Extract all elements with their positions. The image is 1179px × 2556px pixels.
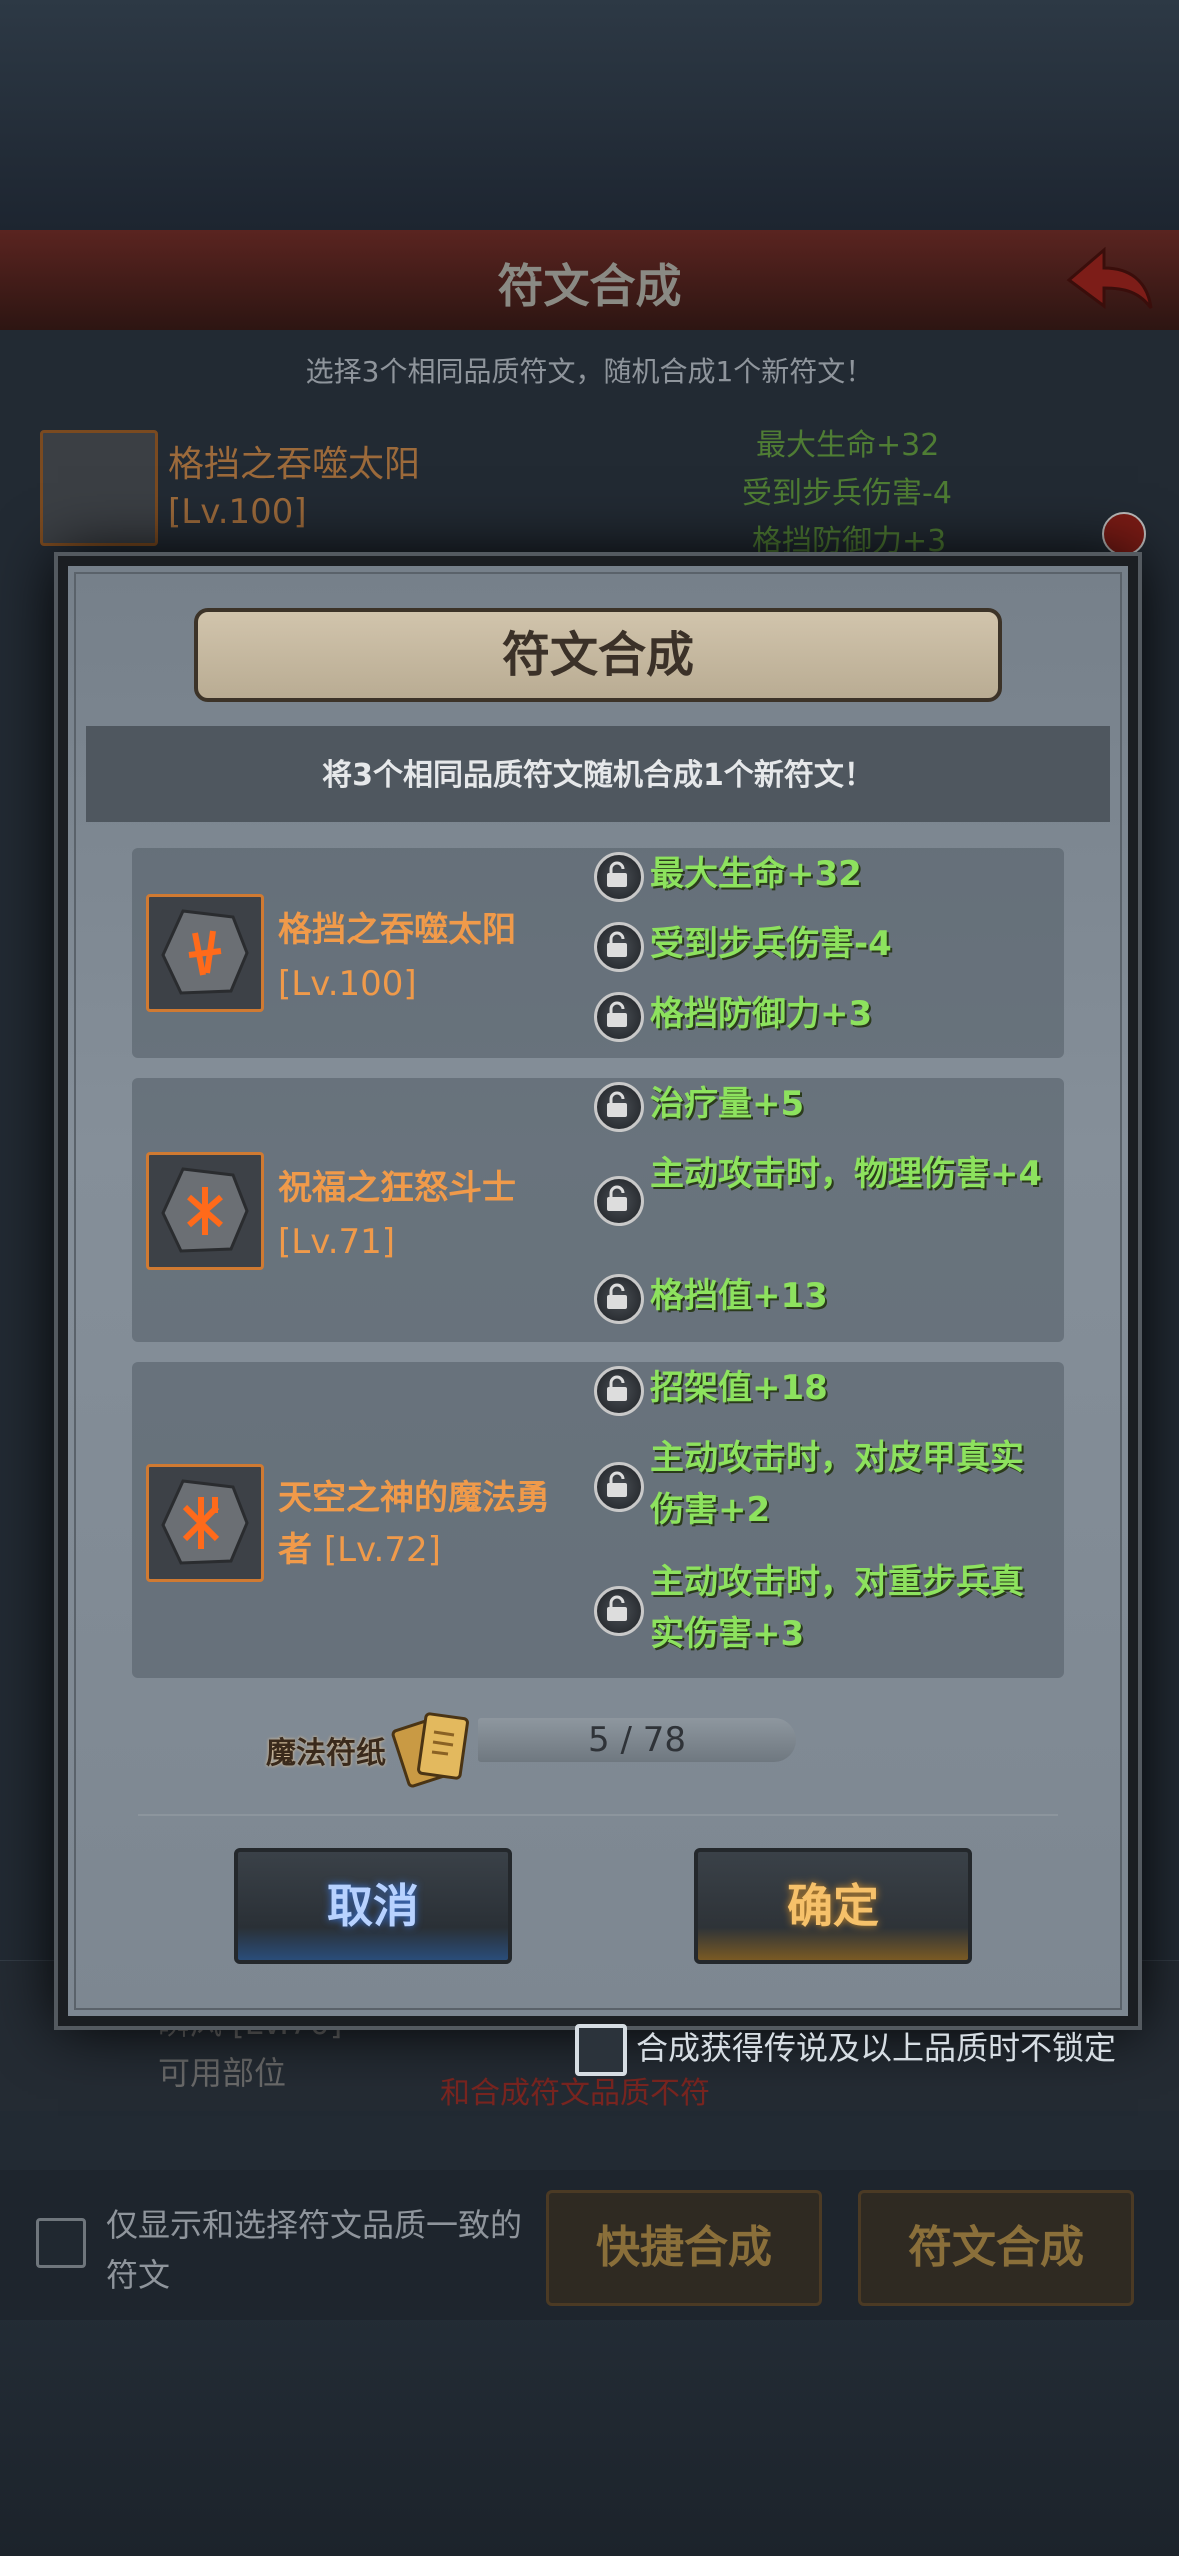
rune-stat: 最大生命+32 — [650, 854, 862, 894]
rune-stat: 主动攻击时，对重步兵真实伤害+3 — [650, 1562, 1024, 1654]
rune-stone-icon — [161, 1479, 249, 1565]
rune-level: [Lv.72] — [323, 1530, 441, 1570]
lock-icon[interactable] — [594, 1176, 644, 1226]
same-quality-checkbox[interactable] — [36, 2218, 86, 2268]
bg-page-title: 符文合成 — [497, 259, 682, 313]
rune-name: 格挡之吞噬太阳 — [278, 910, 516, 950]
rune-slot[interactable] — [146, 1152, 264, 1270]
lock-icon[interactable] — [594, 852, 644, 902]
bg-rune-level: [Lv.100] — [168, 492, 307, 532]
rune-slot[interactable] — [146, 894, 264, 1012]
rune-synth-button[interactable]: 符文合成 — [858, 2190, 1134, 2306]
magic-paper-icon — [391, 1712, 469, 1788]
bg-stat: 最大生命+32 — [756, 428, 940, 463]
rune-name: 祝福之狂怒斗士 — [278, 1168, 516, 1208]
lock-icon[interactable] — [594, 1274, 644, 1324]
rune-name-line2: 者 [Lv.72] — [278, 1530, 441, 1570]
confirm-button[interactable]: 确定 — [694, 1848, 972, 1964]
magic-paper-label: 魔法符纸 — [266, 1736, 386, 1771]
rune-stone-icon — [161, 909, 249, 995]
lock-icon[interactable] — [594, 922, 644, 972]
rune-name: 天空之神的魔法勇 — [278, 1478, 550, 1518]
lock-icon[interactable] — [594, 992, 644, 1042]
lock-icon[interactable] — [594, 1082, 644, 1132]
lock-icon[interactable] — [594, 1462, 644, 1512]
rune-level: [Lv.100] — [278, 964, 417, 1004]
bg-rune-slot[interactable] — [40, 430, 158, 546]
cancel-button[interactable]: 取消 — [234, 1848, 512, 1964]
bg-subtitle: 选择3个相同品质符文，随机合成1个新符文！ — [305, 355, 874, 388]
no-lock-legendary-label: 合成获得传说及以上品质时不锁定 — [636, 2029, 1117, 2067]
rune-stat: 主动攻击时，物理伤害+4 — [650, 1154, 1043, 1194]
dialog-divider — [138, 1814, 1058, 1816]
rune-stone-icon — [161, 1167, 249, 1253]
same-quality-label: 仅显示和选择符文品质一致的符文 — [106, 2206, 523, 2294]
no-lock-legendary-checkbox[interactable] — [575, 2024, 627, 2076]
bg-stat: 受到步兵伤害-4 — [742, 476, 952, 511]
magic-paper-count: 5 / 78 — [588, 1720, 686, 1760]
rune-slot[interactable] — [146, 1464, 264, 1582]
lock-icon[interactable] — [594, 1586, 644, 1636]
rune-stat: 主动攻击时，对皮甲真实伤害+2 — [650, 1438, 1024, 1530]
dialog-title: 符文合成 — [194, 608, 1002, 702]
rune-stat: 格挡值+13 — [650, 1276, 828, 1316]
quick-synth-button[interactable]: 快捷合成 — [546, 2190, 822, 2306]
back-arrow-icon[interactable] — [1059, 240, 1159, 320]
lock-icon[interactable] — [594, 1366, 644, 1416]
background-top — [0, 0, 1179, 230]
bg-stat: 格挡防御力+3 — [752, 524, 947, 559]
bg-remove-icon[interactable] — [1102, 512, 1146, 556]
bg-item-part: 可用部位 — [158, 2054, 287, 2092]
rune-level: [Lv.71] — [278, 1222, 396, 1262]
bg-rune-name: 格挡之吞噬太阳 — [168, 444, 421, 485]
rune-stat: 招架值+18 — [650, 1368, 828, 1408]
dialog-subtitle: 将3个相同品质符文随机合成1个新符文！ — [322, 758, 874, 793]
synthesis-dialog: 符文合成 将3个相同品质符文随机合成1个新符文！ 格挡之吞噬太阳 [Lv.100… — [58, 556, 1138, 2026]
rune-stat: 治疗量+5 — [650, 1084, 805, 1124]
rune-stat: 格挡防御力+3 — [650, 994, 873, 1034]
rune-stat: 受到步兵伤害-4 — [650, 924, 892, 964]
